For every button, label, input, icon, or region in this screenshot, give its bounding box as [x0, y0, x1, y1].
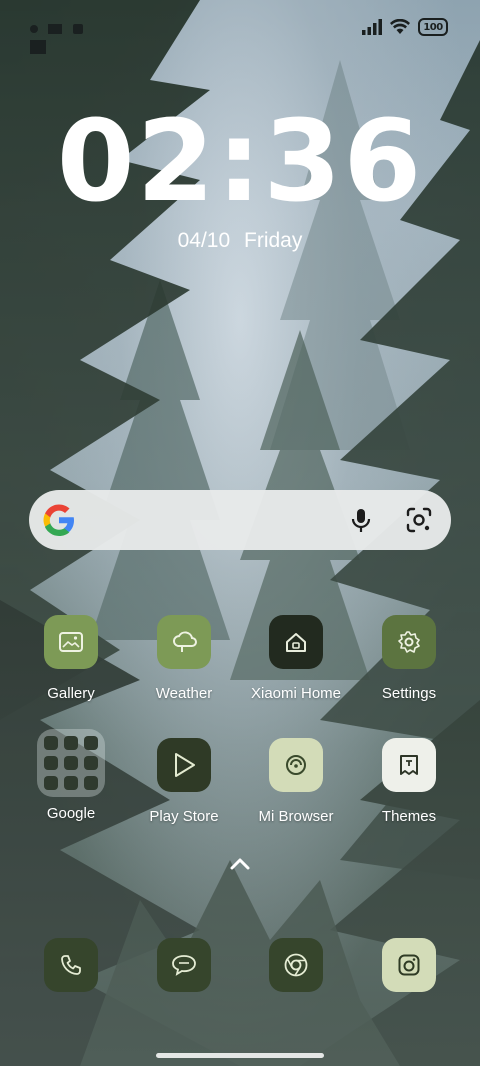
browser-icon: [269, 738, 323, 792]
app-label: Mi Browser: [258, 808, 334, 825]
app-settings[interactable]: Settings: [353, 615, 465, 702]
app-weather[interactable]: Weather: [128, 615, 240, 702]
app-themes[interactable]: Themes: [353, 738, 465, 825]
phone-icon: [44, 938, 98, 992]
chrome-icon: [269, 938, 323, 992]
dock-messages[interactable]: [128, 938, 240, 992]
date-value: 04/10: [177, 229, 231, 252]
status-bar: 100: [0, 0, 480, 56]
play-icon: [157, 738, 211, 792]
google-g-icon: [43, 504, 74, 536]
app-label: Xiaomi Home: [250, 685, 342, 702]
home-screen: 100 02:36 04/10 Friday Gallery Weather X…: [0, 0, 480, 1066]
camera-icon: [382, 938, 436, 992]
dock-chrome[interactable]: [240, 938, 352, 992]
gear-icon: [382, 615, 436, 669]
app-google-folder[interactable]: Google: [15, 729, 127, 822]
themes-icon: [382, 738, 436, 792]
gallery-icon: [44, 615, 98, 669]
chevron-up-icon[interactable]: [229, 856, 251, 872]
app-label: Google: [46, 805, 96, 822]
app-label: Weather: [155, 685, 213, 702]
google-lens-icon[interactable]: [405, 506, 433, 534]
clock-date[interactable]: 04/10 Friday: [0, 229, 480, 253]
app-label: Settings: [381, 685, 437, 702]
app-play-store[interactable]: Play Store: [128, 738, 240, 825]
folder-icon: [37, 729, 105, 797]
app-label: Play Store: [149, 808, 219, 825]
app-label: Themes: [381, 808, 437, 825]
home-icon: [269, 615, 323, 669]
battery-indicator: 100: [418, 18, 448, 36]
weekday-value: Friday: [244, 229, 303, 252]
notification-icons: [30, 20, 110, 54]
dock-camera[interactable]: [353, 938, 465, 992]
app-label: Gallery: [47, 685, 95, 702]
gesture-home-bar[interactable]: [156, 1053, 324, 1058]
app-mi-browser[interactable]: Mi Browser: [240, 738, 352, 825]
dock-phone[interactable]: [15, 938, 127, 992]
microphone-icon[interactable]: [347, 506, 375, 534]
google-search-bar[interactable]: [29, 490, 451, 550]
cloud-icon: [157, 615, 211, 669]
status-indicators: 100: [362, 18, 448, 36]
app-xiaomi-home[interactable]: Xiaomi Home: [240, 615, 352, 702]
cellular-signal-icon: [362, 19, 382, 35]
messages-icon: [157, 938, 211, 992]
app-gallery[interactable]: Gallery: [15, 615, 127, 702]
wifi-icon: [390, 19, 410, 34]
clock-time[interactable]: 02:36: [0, 106, 480, 218]
